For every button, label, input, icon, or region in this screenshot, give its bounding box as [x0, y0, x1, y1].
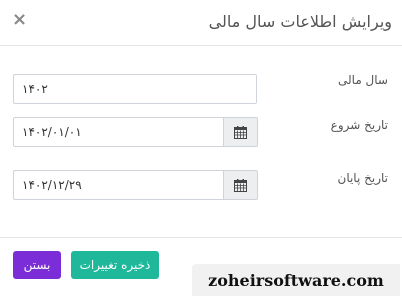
end-date-label: تاریخ پایان: [337, 171, 389, 185]
start-date-input[interactable]: [13, 117, 223, 147]
close-button[interactable]: بستن: [13, 251, 61, 279]
dialog-header: ویرایش اطلاعات سال مالی ×: [0, 0, 402, 46]
end-date-calendar-button[interactable]: [223, 170, 258, 200]
calendar-icon: [234, 178, 247, 192]
fiscal-year-input[interactable]: [13, 74, 257, 104]
start-date-label: تاریخ شروع: [330, 118, 388, 132]
end-date-input[interactable]: [13, 170, 223, 200]
edit-fiscal-year-dialog: ویرایش اطلاعات سال مالی × سال مالی تاریخ…: [0, 0, 402, 296]
fiscal-year-label: سال مالی: [338, 73, 388, 87]
start-date-calendar-button[interactable]: [223, 117, 258, 147]
save-changes-button[interactable]: ذخیره تغییرات: [71, 251, 159, 279]
close-icon[interactable]: ×: [12, 10, 27, 30]
calendar-icon: [234, 125, 247, 139]
dialog-title: ویرایش اطلاعات سال مالی: [208, 12, 392, 31]
watermark: zoheirsoftware.com: [192, 264, 400, 296]
